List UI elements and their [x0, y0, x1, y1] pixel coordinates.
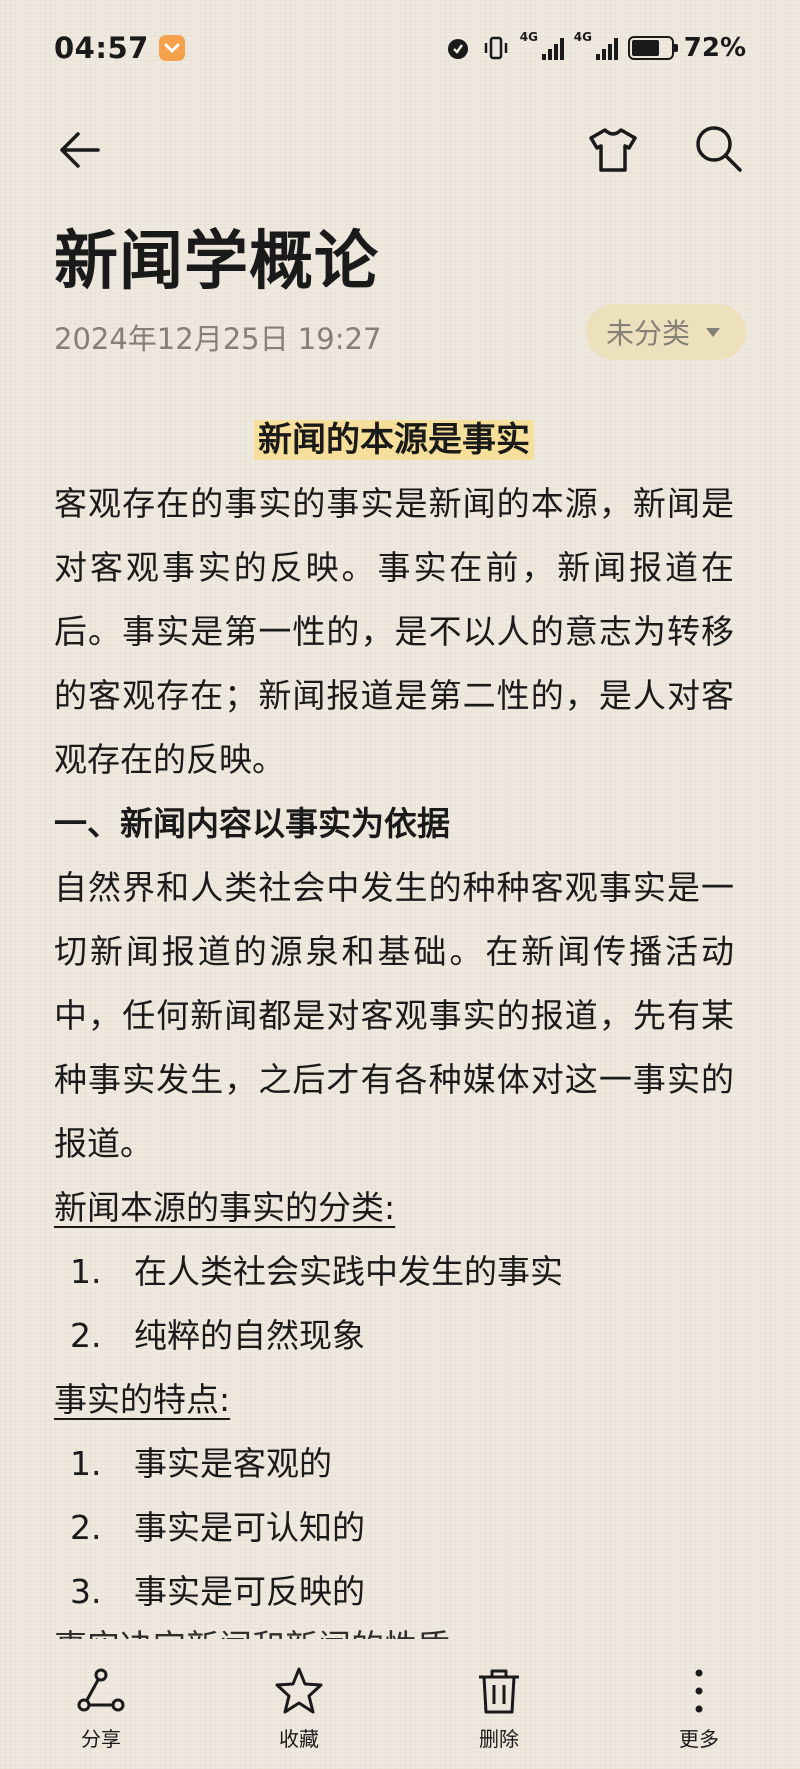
- list-item: 2. 纯粹的自然现象: [54, 1304, 734, 1368]
- more-button[interactable]: 更多: [654, 1665, 744, 1752]
- share-icon: [77, 1668, 125, 1712]
- dropdown-arrow-icon: [706, 327, 721, 337]
- list-item: 1. 事实是客观的: [54, 1432, 734, 1496]
- section-title: 一、新闻内容以事实为依据: [54, 804, 450, 843]
- more-label: 更多: [679, 1727, 719, 1751]
- list-number: 1.: [70, 1252, 102, 1291]
- battery-fill: [631, 40, 660, 56]
- list-number: 1.: [70, 1444, 102, 1483]
- note-body[interactable]: 新闻的本源是事实 客观存在的事实的事实是新闻的本源，新闻是对客观事实的反映。事实…: [54, 408, 734, 1624]
- search-button[interactable]: [690, 120, 746, 176]
- theme-button[interactable]: [585, 122, 641, 178]
- star-icon: [275, 1667, 323, 1714]
- vibrate-icon: [484, 36, 508, 60]
- list-title-features: 事实的特点:: [54, 1380, 231, 1419]
- back-button[interactable]: [52, 122, 108, 178]
- list-text: 事实是客观的: [134, 1444, 332, 1483]
- trash-icon: [479, 1669, 519, 1714]
- note-title[interactable]: 新闻学概论: [54, 210, 379, 302]
- status-bar: 04:57 4G 4G 72%: [54, 28, 746, 68]
- note-date: 2024年12月25日 19:27: [54, 322, 382, 356]
- share-button[interactable]: 分享: [56, 1665, 146, 1752]
- more-vertical-icon: [695, 1669, 703, 1713]
- favorite-label: 收藏: [279, 1727, 319, 1751]
- back-arrow-icon: [60, 132, 100, 168]
- paragraph-2: 自然界和人类社会中发生的种种客观事实是一切新闻报道的源泉和基础。在新闻传播活动中…: [54, 868, 734, 1163]
- search-icon: [696, 126, 742, 172]
- delete-label: 删除: [479, 1727, 519, 1751]
- note-heading: 新闻的本源是事实: [54, 408, 734, 472]
- category-dropdown[interactable]: 未分类: [586, 304, 747, 360]
- app-notification-icon: [158, 35, 185, 61]
- network-type-1: 4G: [519, 30, 538, 44]
- list-title-classification: 新闻本源的事实的分类:: [54, 1188, 396, 1227]
- battery-percent: 72%: [683, 33, 746, 63]
- list-text: 事实是可认知的: [134, 1508, 365, 1547]
- list-number: 3.: [70, 1572, 102, 1611]
- tshirt-icon: [589, 128, 637, 172]
- list-text: 纯粹的自然现象: [134, 1316, 365, 1355]
- clock: 04:57: [54, 31, 149, 65]
- highlighted-heading: 新闻的本源是事实: [254, 420, 534, 460]
- partially-visible-line: 事实决定新闻和新闻的性质: [54, 1627, 450, 1666]
- favorite-button[interactable]: 收藏: [254, 1665, 344, 1752]
- status-right: 4G 4G 72%: [444, 30, 746, 63]
- battery-icon: [627, 36, 678, 60]
- signal-icon-2: 4G: [574, 30, 618, 60]
- delete-button[interactable]: 删除: [454, 1665, 544, 1752]
- alarm-icon: [447, 39, 468, 59]
- category-label: 未分类: [606, 317, 691, 350]
- share-label: 分享: [81, 1727, 121, 1751]
- list-number: 2.: [70, 1508, 102, 1547]
- list-text: 在人类社会实践中发生的事实: [134, 1252, 563, 1291]
- status-left: 04:57: [54, 31, 185, 65]
- list-item: 3. 事实是可反映的: [54, 1560, 734, 1624]
- list-item: 2. 事实是可认知的: [54, 1496, 734, 1560]
- list-item: 1. 在人类社会实践中发生的事实: [54, 1240, 734, 1304]
- signal-icon-1: 4G: [520, 30, 564, 60]
- list-number: 2.: [70, 1316, 102, 1355]
- network-type-2: 4G: [573, 30, 592, 44]
- list-text: 事实是可反映的: [134, 1572, 365, 1611]
- paragraph-1: 客观存在的事实的事实是新闻的本源，新闻是对客观事实的反映。事实在前，新闻报道在后…: [54, 484, 734, 779]
